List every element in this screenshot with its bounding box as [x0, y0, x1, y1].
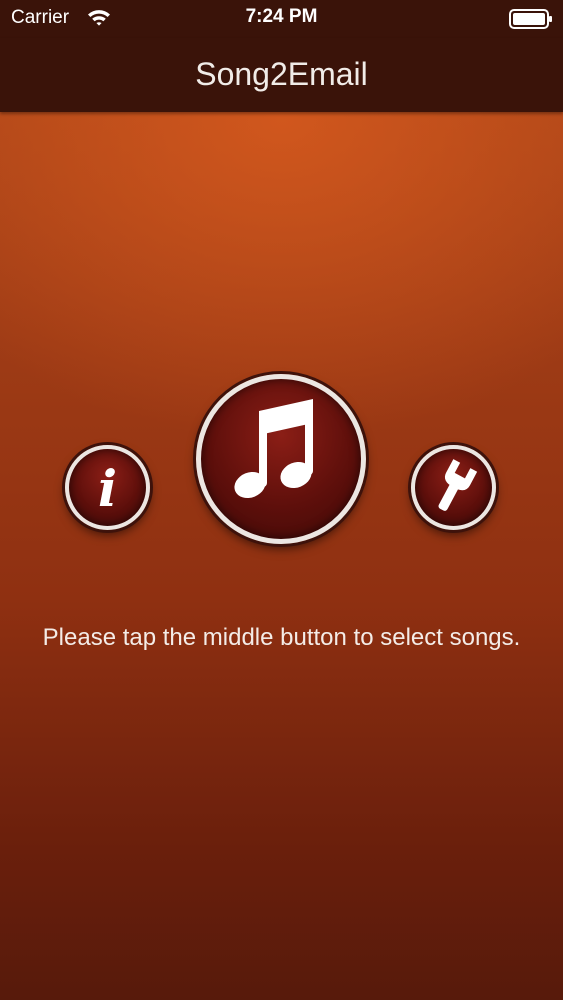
page-title: Song2Email — [195, 56, 368, 92]
app-screen: Carrier 7:24 PM Song2Email i Please tap … — [0, 0, 563, 1000]
info-icon: i — [98, 459, 117, 518]
navigation-bar: Song2Email — [0, 38, 563, 112]
settings-button[interactable] — [411, 445, 496, 530]
battery-icon — [509, 9, 552, 29]
status-time: 7:24 PM — [245, 6, 318, 27]
status-bar: Carrier 7:24 PM — [0, 0, 563, 38]
wrench-icon — [438, 459, 478, 511]
select-songs-button[interactable] — [196, 374, 366, 544]
instruction-text: Please tap the middle button to select s… — [42, 624, 521, 651]
music-note-icon — [234, 399, 313, 499]
info-button[interactable]: i — [65, 445, 150, 530]
